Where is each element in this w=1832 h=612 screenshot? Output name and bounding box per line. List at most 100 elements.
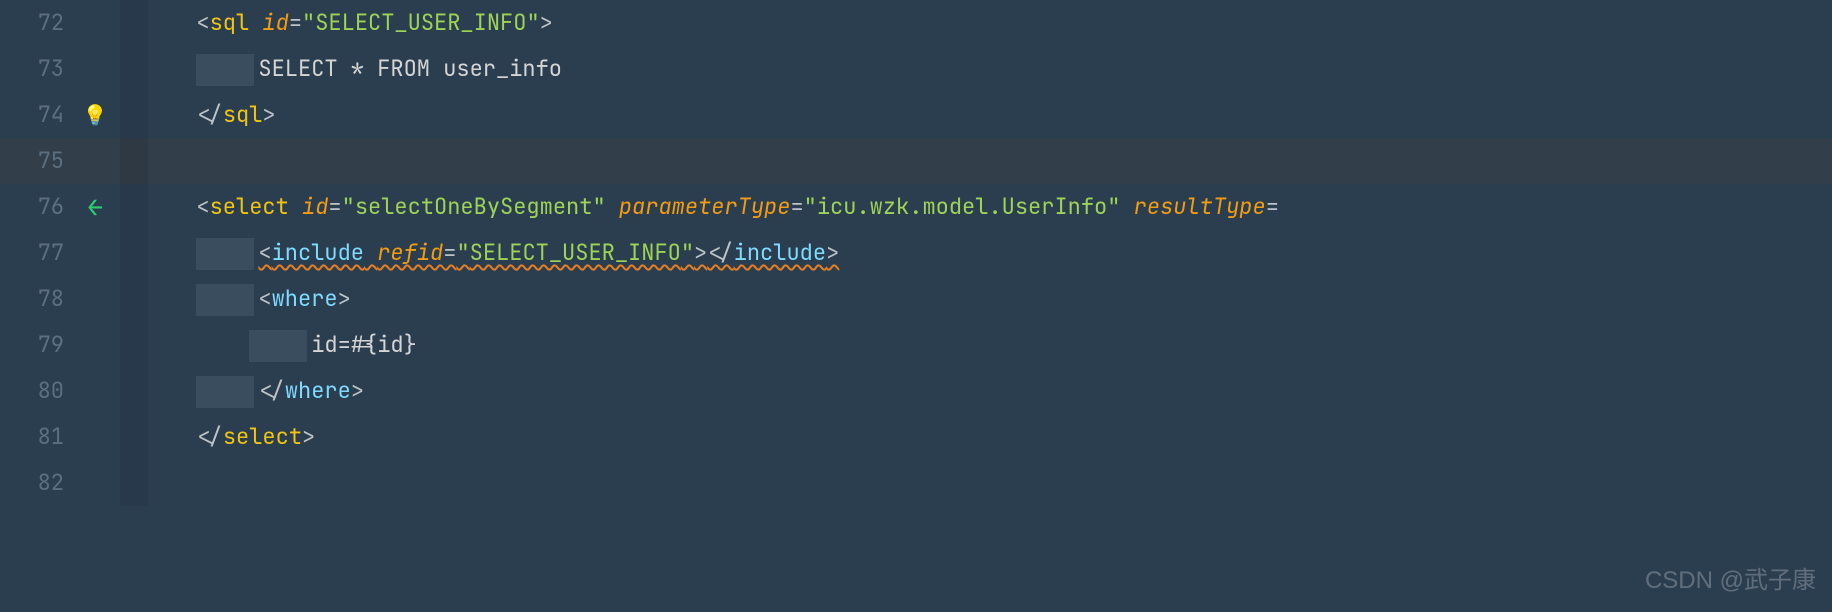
xml-tag: sql: [210, 8, 250, 37]
code-text[interactable]: </select>: [170, 414, 315, 460]
xml-tag: where: [272, 284, 338, 313]
tag-bracket: </: [196, 422, 222, 451]
eq: =: [289, 8, 302, 37]
gutter-stripe: [120, 460, 170, 506]
code-line[interactable]: 72 <sql id="SELECT_USER_INFO">: [0, 0, 1832, 46]
attr-value: selectOneBySegment: [355, 192, 593, 221]
arrow-left-icon[interactable]: ←: [87, 184, 103, 230]
quote: ": [592, 192, 605, 221]
gutter-stripe: [120, 46, 170, 92]
xml-tag: select: [210, 192, 289, 221]
space: [1120, 192, 1133, 221]
xml-tag: include: [272, 238, 364, 267]
tag-bracket: <: [196, 8, 209, 37]
code-text[interactable]: <where>: [170, 276, 351, 322]
indent-block: [196, 284, 254, 316]
gutter-stripe: [120, 138, 170, 184]
tag-bracket: </: [258, 376, 284, 405]
gutter: 80: [0, 368, 170, 414]
gutter: 78: [0, 276, 170, 322]
tag-bracket: </: [196, 100, 222, 129]
code-text[interactable]: <sql id="SELECT_USER_INFO">: [170, 0, 553, 46]
attr-value: icu.wzk.model.UserInfo: [817, 192, 1107, 221]
tag-bracket: >: [262, 100, 275, 129]
code-line[interactable]: 74 💡 </sql>: [0, 92, 1832, 138]
attr-value: SELECT_USER_INFO: [315, 8, 526, 37]
gutter-icon-slot[interactable]: ←: [70, 184, 120, 230]
quote: ": [342, 192, 355, 221]
watermark-text: CSDN @武子康: [1645, 558, 1816, 604]
code-text[interactable]: </where>: [170, 368, 364, 414]
xml-attr: parameterType: [619, 192, 791, 221]
tag-bracket: >: [351, 376, 364, 405]
gutter-stripe: [120, 414, 170, 460]
code-line[interactable]: 77 <include refid="SELECT_USER_INFO"></i…: [0, 230, 1832, 276]
quote: ": [526, 8, 539, 37]
code-text[interactable]: <select id="selectOneBySegment" paramete…: [170, 184, 1279, 230]
gutter: 72: [0, 0, 170, 46]
tag-bracket: >: [826, 238, 839, 267]
eq: =: [1266, 192, 1279, 221]
code-line[interactable]: 81 </select>: [0, 414, 1832, 460]
gutter: 74 💡: [0, 92, 170, 138]
tag-bracket: >: [338, 284, 351, 313]
line-number: 79: [0, 322, 70, 368]
gutter: 82: [0, 460, 170, 506]
tag-bracket: >: [694, 238, 707, 267]
line-number: 75: [0, 138, 70, 184]
line-number: 72: [0, 0, 70, 46]
lightbulb-icon[interactable]: 💡: [83, 92, 108, 138]
line-number: 76: [0, 184, 70, 230]
xml-tag: select: [223, 422, 302, 451]
code-line[interactable]: 80 </where>: [0, 368, 1832, 414]
gutter-stripe: [120, 230, 170, 276]
xml-attr: id: [302, 192, 328, 221]
code-line[interactable]: 79 id=#{id}: [0, 322, 1832, 368]
gutter: 81: [0, 414, 170, 460]
quote: ": [681, 238, 694, 267]
line-number: 81: [0, 414, 70, 460]
code-text[interactable]: SELECT * FROM user_info: [170, 46, 562, 92]
space: [289, 192, 302, 221]
code-text[interactable]: </sql>: [170, 92, 276, 138]
code-text[interactable]: id=#{id}: [170, 322, 417, 368]
sql-text: SELECT * FROM user_info: [258, 54, 562, 83]
gutter-stripe: [120, 184, 170, 230]
tag-bracket: <: [196, 192, 209, 221]
space: [364, 238, 377, 267]
code-line[interactable]: 78 <where>: [0, 276, 1832, 322]
gutter-stripe: [120, 322, 170, 368]
xml-attr: resultType: [1134, 192, 1266, 221]
indent-block: [196, 376, 254, 408]
space: [249, 8, 262, 37]
tag-bracket: >: [302, 422, 315, 451]
code-line[interactable]: 82: [0, 460, 1832, 506]
code-editor[interactable]: 72 <sql id="SELECT_USER_INFO"> 73 SELECT…: [0, 0, 1832, 612]
code-line[interactable]: 73 SELECT * FROM user_info: [0, 46, 1832, 92]
gutter-stripe: [120, 368, 170, 414]
line-number: 73: [0, 46, 70, 92]
code-line-current[interactable]: 75: [0, 138, 1832, 184]
tag-bracket: <: [258, 284, 271, 313]
tag-bracket: >: [540, 8, 553, 37]
attr-value: SELECT_USER_INFO: [470, 238, 681, 267]
gutter-stripe: [120, 92, 170, 138]
gutter-stripe: [120, 0, 170, 46]
xml-attr: refid: [377, 238, 443, 267]
eq: =: [790, 192, 803, 221]
xml-attr: id: [262, 8, 288, 37]
gutter-icon-slot[interactable]: 💡: [70, 92, 120, 138]
code-text[interactable]: <include refid="SELECT_USER_INFO"></incl…: [170, 230, 839, 276]
code-line[interactable]: 76 ← <select id="selectOneBySegment" par…: [0, 184, 1832, 230]
xml-tag: include: [734, 238, 826, 267]
quote: ": [456, 238, 469, 267]
line-number: 80: [0, 368, 70, 414]
space: [606, 192, 619, 221]
gutter: 73: [0, 46, 170, 92]
indent-block: [249, 330, 307, 362]
tag-bracket: <: [258, 238, 271, 267]
line-number: 78: [0, 276, 70, 322]
gutter: 77: [0, 230, 170, 276]
eq: =: [328, 192, 341, 221]
xml-tag: sql: [223, 100, 263, 129]
